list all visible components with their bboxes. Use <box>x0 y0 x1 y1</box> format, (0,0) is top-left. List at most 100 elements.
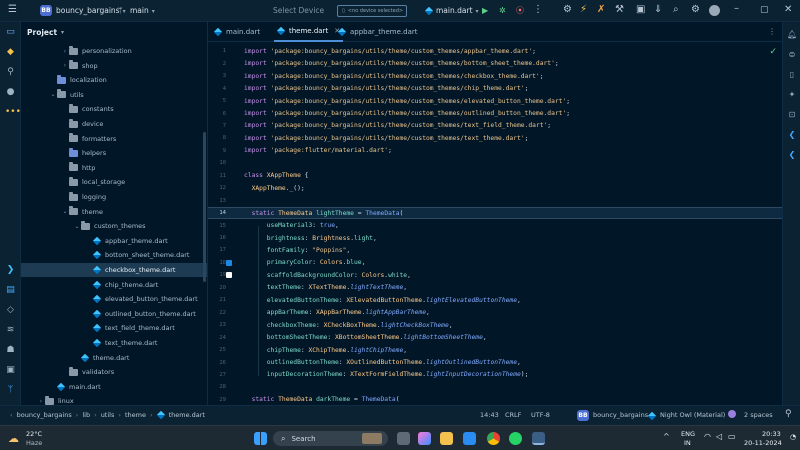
code-line[interactable]: 17 fontFamily: "Poppins", <box>208 244 782 257</box>
project-scrollbar[interactable] <box>203 132 206 282</box>
code-line[interactable]: 11 class XAppTheme { <box>208 170 782 183</box>
minimize-icon[interactable]: – <box>734 4 739 14</box>
wifi-icon[interactable]: ◠ <box>704 432 711 441</box>
gemini-icon[interactable]: ✦ <box>787 90 797 100</box>
flutter-outline-icon[interactable]: ❮ <box>787 130 797 140</box>
chevron-down-icon[interactable]: ⌄ <box>73 223 81 230</box>
tree-item[interactable]: ⌄ custom_themes <box>21 219 207 233</box>
tree-item[interactable]: constants <box>21 102 207 116</box>
tree-item[interactable]: chip_theme.dart <box>21 278 207 292</box>
code-line[interactable]: 2 import 'package:bouncy_bargains/utils/t… <box>208 57 782 70</box>
code-line[interactable]: 25 chipTheme: XChipTheme.lightChipTheme, <box>208 344 782 357</box>
tray-chevron-up-icon[interactable]: ^ <box>663 432 670 441</box>
chevron-down-icon[interactable]: ⌄ <box>49 91 57 98</box>
tab-theme-dart[interactable]: theme.dart ✕ <box>274 22 344 42</box>
gradle-icon[interactable]: ⊜ <box>787 50 797 60</box>
code-line[interactable]: 29 static ThemeData darkTheme = ThemeDat… <box>208 394 782 405</box>
notification-bell-icon[interactable]: ◔ <box>790 433 796 441</box>
caret-position[interactable]: 14:43 <box>480 411 499 419</box>
tree-item[interactable]: text_theme.dart <box>21 336 207 350</box>
color-swatch-icon[interactable] <box>226 259 232 266</box>
tree-item[interactable]: device <box>21 117 207 131</box>
flutter-icon[interactable]: ❯ <box>5 265 16 276</box>
project-view-icon[interactable]: ▭ <box>5 27 16 38</box>
battery-icon[interactable]: ▭ <box>728 432 736 441</box>
run-icon[interactable]: ▶ <box>482 6 488 16</box>
tree-item[interactable]: › personalization <box>21 44 207 58</box>
messages-icon[interactable]: ▤ <box>5 285 16 296</box>
code-line[interactable]: 13 <box>208 194 782 207</box>
code-line[interactable]: 15 useMaterial3: true, <box>208 219 782 232</box>
tree-item[interactable]: ⌄ utils <box>21 88 207 102</box>
chrome-icon[interactable] <box>487 432 500 445</box>
tab-appbar-theme-dart[interactable]: appbar_theme.dart <box>337 22 417 42</box>
git-icon[interactable]: ᛘ <box>5 385 16 396</box>
code-line[interactable]: 5 import 'package:bouncy_bargains/utils/t… <box>208 95 782 108</box>
code-line[interactable]: 20 textTheme: XTextTheme.lightTextTheme, <box>208 282 782 295</box>
tree-item[interactable]: › linux <box>21 394 207 405</box>
breadcrumb-item[interactable]: utils <box>101 411 115 419</box>
code-line[interactable]: 1 import 'package:bouncy_bargains/utils/t… <box>208 45 782 58</box>
tab-main-dart[interactable]: main.dart <box>213 22 260 42</box>
code-line[interactable]: 9 import 'package:flutter/material.dart'; <box>208 145 782 158</box>
chevron-right-icon[interactable]: › <box>61 62 69 69</box>
code-line[interactable]: 6 import 'package:bouncy_bargains/utils/t… <box>208 107 782 120</box>
code-line[interactable]: 19 scaffoldBackgroundColor: Colors.white… <box>208 269 782 282</box>
code-line[interactable]: 8 import 'package:bouncy_bargains/utils/t… <box>208 132 782 145</box>
device-selector[interactable]: ▯ <no device selected> <box>337 5 407 17</box>
settings-icon[interactable]: ⚙ <box>691 5 700 15</box>
code-line[interactable]: 23 checkboxTheme: XCheckBoxTheme.lightCh… <box>208 319 782 332</box>
github-icon[interactable]: ● <box>5 87 16 98</box>
color-swatch-icon[interactable] <box>226 272 232 279</box>
debug-icon[interactable]: ✲ <box>499 6 506 16</box>
code-line[interactable]: 27 inputDecorationTheme: XTextFormFieldT… <box>208 369 782 382</box>
chevron-right-icon[interactable]: › <box>61 48 69 55</box>
tree-item[interactable]: helpers <box>21 146 207 160</box>
breadcrumb-item[interactable]: lib <box>82 411 90 419</box>
chevron-down-icon[interactable]: ⌄ <box>61 208 69 215</box>
project-panel-header[interactable]: Project ▾ <box>21 22 207 42</box>
project-name-dropdown[interactable]: bouncy_bargains ▾ <box>56 6 126 15</box>
file-explorer-icon[interactable] <box>440 432 453 445</box>
maximize-icon[interactable]: ▢ <box>760 5 769 15</box>
avatar[interactable] <box>709 5 720 16</box>
flutter-performance-icon[interactable]: ❮ <box>787 150 797 160</box>
tree-item[interactable]: checkbox_theme.dart <box>21 263 207 277</box>
more-actions-icon[interactable]: ⋮ <box>533 5 543 15</box>
tree-item[interactable]: outlined_button_theme.dart <box>21 307 207 321</box>
code-line[interactable]: 7 import 'package:bouncy_bargains/utils/t… <box>208 120 782 133</box>
tree-item[interactable]: › shop <box>21 59 207 73</box>
code-line[interactable]: 28 <box>208 381 782 394</box>
breadcrumb-item[interactable]: bouncy_bargains <box>17 411 72 419</box>
device-manager-icon[interactable]: ▣ <box>636 5 645 15</box>
hamburger-menu-icon[interactable]: ☰ <box>8 5 17 15</box>
chevron-left-icon[interactable]: ‹ <box>10 411 13 419</box>
tree-item[interactable]: logging <box>21 190 207 204</box>
tree-item[interactable]: main.dart <box>21 380 207 394</box>
run-config-dropdown[interactable]: main.dart ▾ <box>436 6 479 15</box>
code-line[interactable]: 12 XAppTheme._(); <box>208 182 782 195</box>
notifications-icon[interactable]: 🔔︎ <box>787 30 797 40</box>
code-line[interactable]: 14 static ThemeData lightTheme = ThemeDa… <box>208 206 782 220</box>
commit-icon[interactable]: ◆ <box>5 47 16 58</box>
tree-item[interactable]: bottom_sheet_theme.dart <box>21 248 207 262</box>
tree-item[interactable]: local_storage <box>21 175 207 189</box>
code-editor[interactable]: ✓ 1 import 'package:bouncy_bargains/utils… <box>208 42 782 405</box>
tree-item[interactable]: appbar_theme.dart <box>21 234 207 248</box>
tree-item[interactable]: elevated_button_theme.dart <box>21 292 207 306</box>
windows-start-icon[interactable] <box>254 432 267 445</box>
lang-indicator[interactable]: ENG <box>681 430 695 438</box>
file-encoding[interactable]: UTF-8 <box>531 411 550 419</box>
taskbar-search[interactable]: ⌕ Search <box>273 431 388 446</box>
hot-reload-icon[interactable]: ⚡ <box>580 5 587 15</box>
code-line[interactable]: 4 import 'package:bouncy_bargains/utils/t… <box>208 82 782 95</box>
code-line[interactable]: 18 primaryColor: Colors.blue, <box>208 257 782 270</box>
task-view-icon[interactable] <box>397 432 410 445</box>
indent-setting[interactable]: 2 spaces <box>744 411 773 419</box>
search-icon[interactable]: ⌕ <box>673 5 679 15</box>
line-separator[interactable]: CRLF <box>505 411 521 419</box>
android-icon[interactable]: ☗ <box>5 345 16 356</box>
gem-icon[interactable]: ◇ <box>5 305 16 316</box>
more-tools-icon[interactable]: ••• <box>5 107 21 118</box>
tree-item[interactable]: validators <box>21 365 207 379</box>
